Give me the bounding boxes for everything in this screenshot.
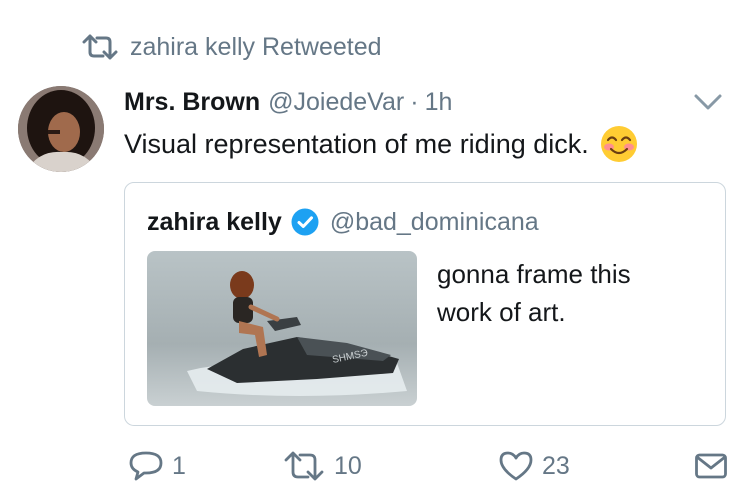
quoted-text-line-2: work of art. <box>437 297 566 327</box>
quoted-text-line-1: gonna frame this <box>437 259 631 289</box>
avatar[interactable] <box>18 86 104 172</box>
quoted-tweet-image[interactable]: SHMSЭ <box>147 251 417 406</box>
retweet-icon <box>284 451 324 481</box>
tweet-header: Mrs. Brown @JoiedeVar · 1h <box>124 84 452 120</box>
like-count: 23 <box>542 451 570 480</box>
envelope-icon <box>695 453 727 479</box>
reply-count: 1 <box>172 451 186 480</box>
smiling-face-with-smiling-eyes-icon <box>600 126 637 162</box>
verified-badge-icon <box>291 208 319 236</box>
direct-message-button[interactable] <box>694 446 736 486</box>
retweet-count: 10 <box>334 451 362 480</box>
quoted-tweet-header: zahira kelly @bad_dominicana <box>147 205 539 239</box>
tweet-timestamp[interactable]: 1h <box>425 88 453 117</box>
like-button[interactable]: 23 <box>498 446 570 486</box>
retweet-context[interactable]: zahira kelly Retweeted <box>80 30 382 64</box>
retweet-icon <box>82 34 118 60</box>
quoted-tweet-text: gonna frame this work of art. <box>437 255 707 331</box>
tweet-body: Visual representation of me riding dick. <box>124 128 589 159</box>
separator-dot: · <box>410 87 419 116</box>
quoted-tweet[interactable]: zahira kelly @bad_dominicana SHMSЭ gonna… <box>124 182 726 426</box>
tweet-actions: 1 10 23 <box>128 446 728 486</box>
author-handle[interactable]: @JoiedeVar <box>268 88 404 117</box>
quoted-author-name: zahira kelly <box>147 207 282 236</box>
reply-icon <box>129 451 163 481</box>
heart-icon <box>499 451 533 481</box>
retweet-button[interactable]: 10 <box>282 446 362 486</box>
chevron-down-icon[interactable] <box>692 92 724 112</box>
retweet-context-text: zahira kelly Retweeted <box>130 32 382 61</box>
author-name[interactable]: Mrs. Brown <box>124 88 260 117</box>
quoted-author-handle: @bad_dominicana <box>329 207 539 236</box>
reply-button[interactable]: 1 <box>128 446 186 486</box>
tweet-text: Visual representation of me riding dick. <box>124 124 639 164</box>
